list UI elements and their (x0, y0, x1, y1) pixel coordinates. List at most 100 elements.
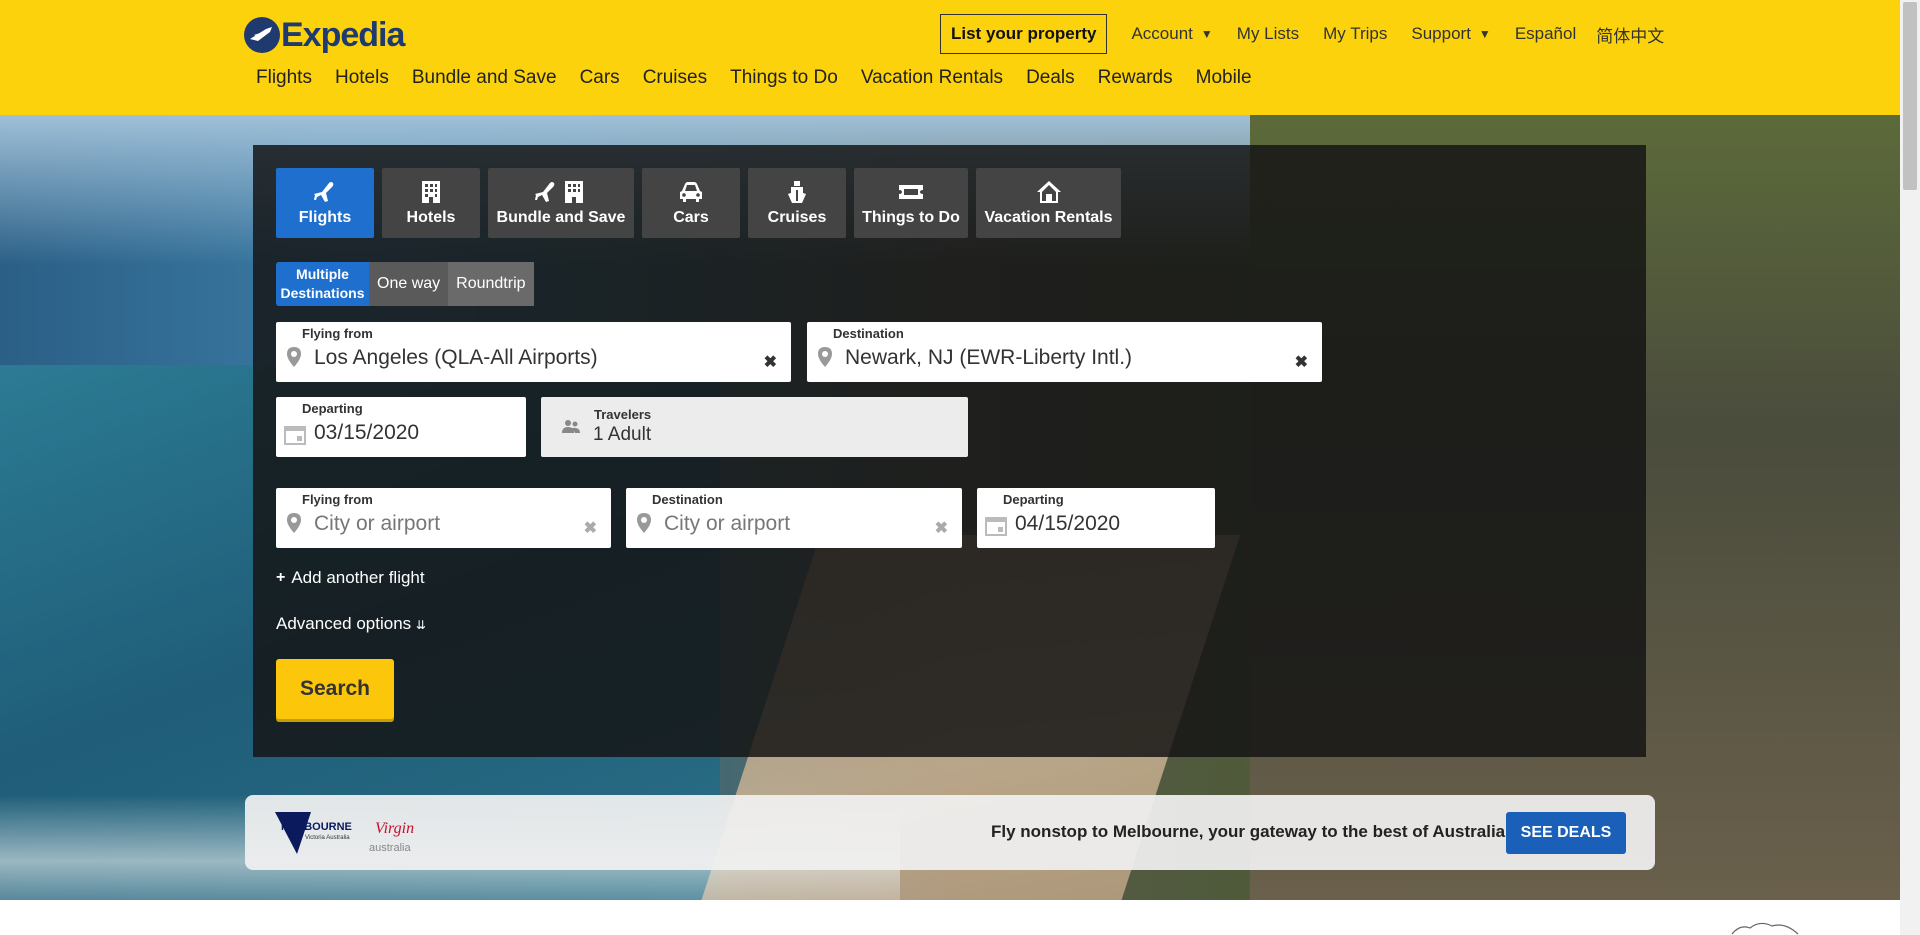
plane-building-icon (533, 179, 589, 205)
double-chevron-down-icon: ⇊ (415, 618, 426, 632)
tab-cruises-label: Cruises (767, 209, 827, 226)
tab-cars-label: Cars (673, 209, 709, 226)
tab-hotels-label: Hotels (406, 209, 456, 226)
tab-cruises[interactable]: Cruises (748, 168, 846, 238)
flight1-from-label: Flying from (302, 326, 373, 341)
ship-icon (786, 179, 808, 205)
building-icon (420, 179, 442, 205)
flight2-destination-field[interactable]: Destination City or airport ✖ (626, 488, 962, 548)
nav-flights[interactable]: Flights (256, 67, 312, 89)
support-label: Support (1411, 24, 1471, 43)
calendar-icon (284, 425, 306, 450)
plus-icon: + (276, 569, 286, 586)
language-chinese-link[interactable]: 简体中文 (1596, 22, 1664, 47)
trip-multiple-destinations[interactable]: Multiple Destinations (276, 262, 369, 306)
flight1-depart-value: 03/15/2020 (314, 421, 420, 444)
account-menu[interactable]: Account ▼ (1131, 24, 1212, 44)
add-another-flight-link[interactable]: + Add another flight (276, 568, 425, 588)
tab-bundle-and-save[interactable]: Bundle and Save (488, 168, 634, 238)
my-lists-link[interactable]: My Lists (1237, 24, 1299, 44)
car-icon (678, 179, 704, 205)
tab-cars[interactable]: Cars (642, 168, 740, 238)
flight1-from-field[interactable]: Flying from Los Angeles (QLA-All Airport… (276, 322, 791, 382)
flight1-departing-field[interactable]: Departing 03/15/2020 (276, 397, 526, 457)
flight2-from-field[interactable]: Flying from City or airport ✖ (276, 488, 611, 548)
scrollbar-thumb[interactable] (1903, 2, 1917, 190)
flight1-dest-value: Newark, NJ (EWR-Liberty Intl.) (845, 346, 1133, 369)
location-pin-icon (636, 512, 652, 539)
flight2-dest-placeholder: City or airport (664, 512, 791, 535)
list-property-button[interactable]: List your property (940, 14, 1108, 54)
nav-bundle-and-save[interactable]: Bundle and Save (412, 67, 557, 89)
clear-icon[interactable]: ✖ (935, 518, 948, 538)
virgin-logo-text: Virgin (375, 820, 414, 837)
ticket-icon (898, 179, 924, 205)
melbourne-logo-text: MELBOURNE (281, 821, 352, 833)
flight1-from-value: Los Angeles (QLA-All Airports) (314, 346, 598, 369)
tab-things-label: Things to Do (862, 209, 960, 226)
clear-icon[interactable]: ✖ (1295, 352, 1308, 372)
flight1-destination-field[interactable]: Destination Newark, NJ (EWR-Liberty Intl… (807, 322, 1322, 382)
tab-flights-label: Flights (298, 209, 352, 226)
location-pin-icon (817, 346, 833, 373)
nav-hotels[interactable]: Hotels (335, 67, 389, 89)
visit-melbourne-logo: MELBOURNE Victoria Australia (275, 810, 353, 856)
tab-vacation-rentals[interactable]: Vacation Rentals (976, 168, 1121, 238)
tab-flights[interactable]: Flights (276, 168, 374, 238)
tab-rentals-label: Vacation Rentals (984, 209, 1113, 226)
nav-cruises[interactable]: Cruises (643, 67, 707, 89)
flight2-from-label: Flying from (302, 492, 373, 507)
utility-nav: List your property Account ▼ My Lists My … (940, 14, 1664, 54)
see-deals-button[interactable]: SEE DEALS (1506, 812, 1626, 854)
flight1-depart-label: Departing (302, 401, 363, 416)
nav-rewards[interactable]: Rewards (1098, 67, 1173, 89)
main-nav: Flights Hotels Bundle and Save Cars Crui… (256, 67, 1275, 89)
clear-icon[interactable]: ✖ (764, 352, 777, 372)
flight2-from-placeholder: City or airport (314, 512, 441, 535)
trip-one-way[interactable]: One way (369, 262, 448, 306)
my-trips-link[interactable]: My Trips (1323, 24, 1387, 44)
promo-text: Fly nonstop to Melbourne, your gateway t… (991, 822, 1506, 841)
house-icon (1036, 179, 1062, 205)
travelers-field[interactable]: Travelers 1 Adult (541, 397, 968, 457)
clear-icon[interactable]: ✖ (584, 518, 597, 538)
chevron-down-icon: ▼ (1200, 27, 1213, 41)
chevron-down-icon: ▼ (1478, 27, 1491, 41)
flight2-departing-field[interactable]: Departing 04/15/2020 (977, 488, 1215, 548)
globe-logo-icon (244, 17, 280, 53)
support-menu[interactable]: Support ▼ (1411, 24, 1490, 44)
search-button[interactable]: Search (276, 659, 394, 719)
travelers-label: Travelers (594, 407, 652, 422)
my-lists-label: My Lists (1236, 24, 1300, 43)
espanol-label: Español (1514, 24, 1577, 43)
flight1-dest-label: Destination (833, 326, 904, 341)
location-pin-icon (286, 512, 302, 539)
footer-decoration (1730, 920, 1800, 935)
trip-type-selector: Multiple Destinations One way Roundtrip (276, 262, 534, 306)
location-pin-icon (286, 346, 302, 373)
language-espanol-link[interactable]: Español (1515, 24, 1576, 44)
nav-mobile[interactable]: Mobile (1196, 67, 1252, 89)
flight2-depart-label: Departing (1003, 492, 1064, 507)
nav-things-to-do[interactable]: Things to Do (730, 67, 838, 89)
trip-roundtrip[interactable]: Roundtrip (448, 262, 534, 306)
add-flight-label: Add another flight (291, 568, 425, 587)
tab-bundle-label: Bundle and Save (496, 209, 626, 226)
account-label: Account (1131, 24, 1193, 43)
advanced-options-label: Advanced options (276, 614, 412, 633)
travelers-icon (561, 419, 581, 440)
tab-hotels[interactable]: Hotels (382, 168, 480, 238)
chinese-label: 简体中文 (1596, 26, 1665, 46)
flight2-depart-value: 04/15/2020 (1015, 512, 1121, 535)
expedia-logo[interactable]: Expedia (244, 13, 405, 57)
nav-deals[interactable]: Deals (1026, 67, 1075, 89)
nav-vacation-rentals[interactable]: Vacation Rentals (861, 67, 1003, 89)
tab-things-to-do[interactable]: Things to Do (854, 168, 968, 238)
nav-cars[interactable]: Cars (580, 67, 620, 89)
advanced-options-toggle[interactable]: Advanced options ⇊ (276, 614, 426, 634)
melbourne-logo-sub: Victoria Australia (305, 835, 350, 841)
logo-text: Expedia (281, 15, 405, 54)
my-trips-label: My Trips (1323, 24, 1388, 43)
virgin-logo-sub: australia (369, 842, 411, 854)
search-panel: Flights Hotels Bundle and Save Cars Crui… (253, 145, 1646, 757)
